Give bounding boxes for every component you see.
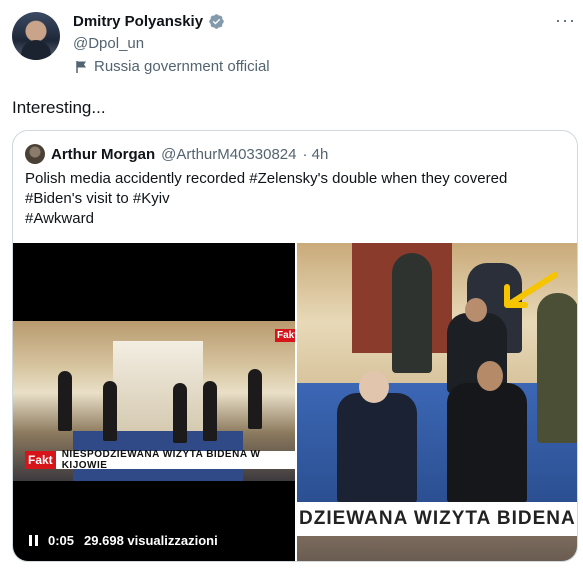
photo-caption: DZIEWANA WIZYTA BIDENA W: [297, 502, 577, 536]
quoted-text-line-2: #Biden's visit to #Kyiv: [25, 190, 170, 207]
government-label-text: Russia government official: [94, 58, 270, 75]
more-options-icon[interactable]: ···: [555, 10, 576, 31]
quoted-avatar[interactable]: [25, 144, 45, 164]
photo-biden: [337, 393, 417, 503]
tweet-text: Interesting...: [12, 98, 106, 117]
author-avatar[interactable]: [12, 12, 60, 60]
author-handle[interactable]: @Dpol_un: [73, 35, 144, 52]
video-time: 0:05: [48, 533, 75, 548]
quoted-text-line-1: Polish media accidently recorded #Zelens…: [25, 170, 508, 187]
quoted-text-line-3: #Awkward: [25, 210, 94, 227]
arrow-icon: [504, 272, 558, 308]
quoted-time[interactable]: · 4h: [302, 146, 328, 163]
video-figure: [103, 381, 117, 441]
video-caption: NIESPODZIEWANA WIZYTA BIDENA W KIJOWIE: [61, 449, 261, 471]
video-player[interactable]: Fakt Fakt NIESPODZIEWANA WIZYTA BIDENA W…: [13, 243, 295, 561]
verified-badge-icon: [209, 14, 224, 29]
government-label[interactable]: Russia government official: [76, 58, 270, 75]
quoted-header: Arthur Morgan @ArthurM40330824 · 4h: [25, 144, 328, 164]
fakt-logo: Fakt: [25, 451, 56, 469]
video-views: 29.698 visualizzazioni: [84, 533, 218, 548]
author-name[interactable]: Dmitry Polyanskiy: [73, 13, 203, 30]
quoted-text: Polish media accidently recorded #Zelens…: [25, 169, 507, 229]
author-name-row: Dmitry Polyanskiy: [73, 13, 225, 30]
video-figure: [203, 381, 217, 441]
photo-zelensky: [447, 383, 527, 503]
photo-zelensky-head: [477, 361, 503, 391]
pause-icon[interactable]: [29, 535, 38, 546]
media-grid: Fakt Fakt NIESPODZIEWANA WIZYTA BIDENA W…: [13, 243, 577, 561]
photo-biden-head: [359, 371, 389, 403]
photo-guard: [392, 253, 432, 373]
quoted-handle[interactable]: @ArthurM40330824: [161, 146, 296, 163]
photo-double-head: [465, 298, 487, 322]
flag-icon: [76, 60, 86, 73]
fakt-corner-logo: Fakt: [275, 329, 295, 342]
video-frame: Fakt Fakt NIESPODZIEWANA WIZYTA BIDENA W…: [13, 321, 295, 481]
video-lower-third: Fakt NIESPODZIEWANA WIZYTA BIDENA W KIJO…: [25, 449, 295, 471]
quoted-tweet[interactable]: Arthur Morgan @ArthurM40330824 · 4h Poli…: [12, 130, 578, 562]
photo-soldier: [537, 293, 577, 443]
video-figure: [58, 371, 72, 431]
video-figure: [248, 369, 262, 429]
photo-image[interactable]: DZIEWANA WIZYTA BIDENA W: [297, 243, 577, 561]
video-controls: 0:05 29.698 visualizzazioni: [29, 533, 218, 548]
video-figure: [173, 383, 187, 443]
quoted-name[interactable]: Arthur Morgan: [51, 146, 155, 163]
